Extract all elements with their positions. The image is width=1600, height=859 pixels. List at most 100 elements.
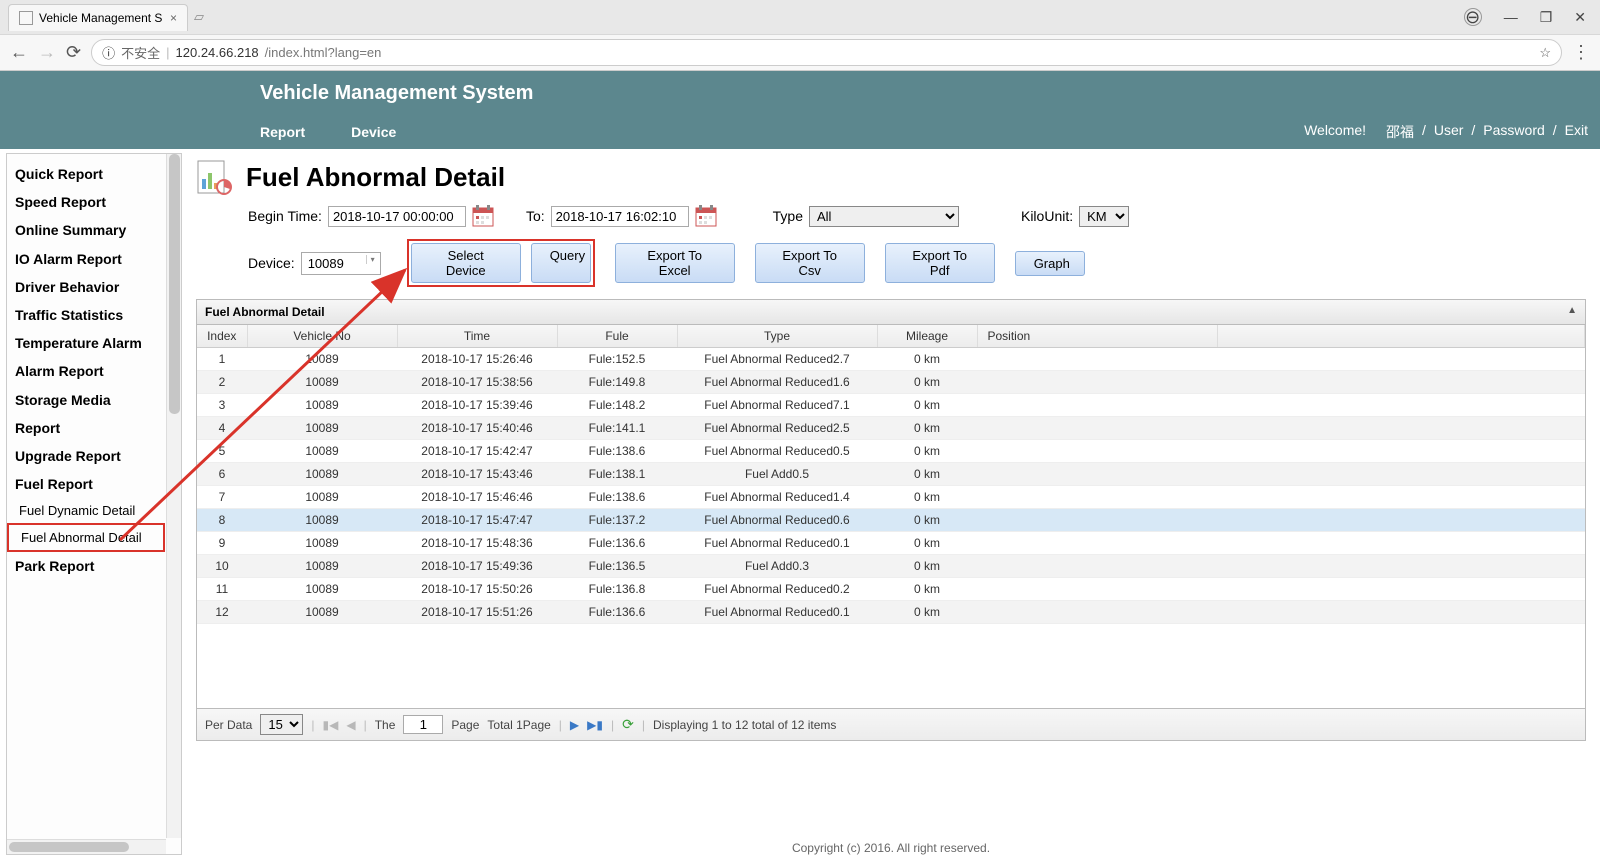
table-row[interactable]: 5100892018-10-17 15:42:47Fule:138.6Fuel … — [197, 440, 1585, 463]
export-csv-button[interactable]: Export To Csv — [755, 243, 865, 283]
cell: Fule:136.6 — [557, 601, 677, 624]
sidebar-sub-fuel-dynamic[interactable]: Fuel Dynamic Detail — [7, 498, 165, 523]
col-time[interactable]: Time — [397, 325, 557, 348]
end-time-input[interactable] — [551, 206, 689, 227]
sidebar-item-upgrade-report[interactable]: Upgrade Report — [7, 442, 165, 470]
table-row[interactable]: 12100892018-10-17 15:51:26Fule:136.6Fuel… — [197, 601, 1585, 624]
back-icon[interactable]: ← — [10, 42, 28, 63]
device-select[interactable]: 10089 — [301, 252, 381, 275]
cell: 11 — [197, 578, 247, 601]
panel-title: Fuel Abnormal Detail — [205, 305, 325, 319]
cell — [1217, 371, 1585, 394]
minimize-icon[interactable]: — — [1504, 9, 1518, 25]
sidebar-sub-fuel-abnormal[interactable]: Fuel Abnormal Detail — [7, 523, 165, 552]
table-row[interactable]: 9100892018-10-17 15:48:36Fule:136.6Fuel … — [197, 532, 1585, 555]
sidebar-hscrollbar[interactable] — [7, 839, 166, 854]
cell — [1217, 463, 1585, 486]
cell — [977, 486, 1217, 509]
col-vehicle[interactable]: Vehicle No — [247, 325, 397, 348]
kilounit-label: KiloUnit: — [1021, 208, 1073, 224]
first-page-icon[interactable]: ▮◀ — [322, 718, 338, 732]
sidebar-item-park-report[interactable]: Park Report — [7, 552, 165, 580]
browser-tab[interactable]: Vehicle Management S × — [8, 4, 188, 31]
type-select[interactable]: All — [809, 206, 959, 227]
cell: 10089 — [247, 371, 397, 394]
pager-summary: Displaying 1 to 12 total of 12 items — [653, 718, 836, 732]
collapse-icon[interactable]: ▲ — [1567, 305, 1577, 319]
prev-page-icon[interactable]: ◀ — [346, 718, 355, 732]
url-path: /index.html?lang=en — [265, 45, 382, 60]
begin-time-input[interactable] — [328, 206, 466, 227]
export-excel-button[interactable]: Export To Excel — [615, 243, 735, 283]
tab-close-icon[interactable]: × — [170, 11, 177, 25]
kilounit-select[interactable]: KM — [1079, 206, 1129, 227]
to-label: To: — [526, 208, 545, 224]
nav-report[interactable]: Report — [260, 124, 305, 140]
sidebar-item-quick-report[interactable]: Quick Report — [7, 160, 165, 188]
last-page-icon[interactable]: ▶▮ — [587, 718, 603, 732]
col-mileage[interactable]: Mileage — [877, 325, 977, 348]
calendar-icon[interactable] — [695, 205, 717, 227]
cell: 0 km — [877, 509, 977, 532]
table-row[interactable]: 8100892018-10-17 15:47:47Fule:137.2Fuel … — [197, 509, 1585, 532]
sidebar-item-fuel-report[interactable]: Fuel Report — [7, 470, 165, 498]
cell: Fule:138.6 — [557, 486, 677, 509]
sidebar-item-report[interactable]: Report — [7, 414, 165, 442]
cell: 0 km — [877, 463, 977, 486]
table-row[interactable]: 1100892018-10-17 15:26:46Fule:152.5Fuel … — [197, 348, 1585, 371]
user-name: 邵福 — [1386, 122, 1414, 142]
cell: Fuel Abnormal Reduced1.4 — [677, 486, 877, 509]
link-password[interactable]: Password — [1483, 122, 1544, 142]
cell: Fule:137.2 — [557, 509, 677, 532]
sidebar-item-io-alarm-report[interactable]: IO Alarm Report — [7, 245, 165, 273]
close-window-icon[interactable]: ✕ — [1574, 9, 1586, 26]
browser-menu-icon[interactable]: ⋮ — [1572, 42, 1590, 63]
col-index[interactable]: Index — [197, 325, 247, 348]
graph-button[interactable]: Graph — [1015, 251, 1085, 276]
sidebar-item-speed-report[interactable]: Speed Report — [7, 188, 165, 216]
bookmark-icon[interactable]: ☆ — [1539, 45, 1551, 61]
total-pages: Total 1Page — [487, 718, 550, 732]
sidebar-item-driver-behavior[interactable]: Driver Behavior — [7, 273, 165, 301]
sidebar-vscrollbar[interactable] — [166, 154, 181, 838]
table-row[interactable]: 11100892018-10-17 15:50:26Fule:136.8Fuel… — [197, 578, 1585, 601]
sidebar-item-online-summary[interactable]: Online Summary — [7, 216, 165, 244]
col-type[interactable]: Type — [677, 325, 877, 348]
next-page-icon[interactable]: ▶ — [570, 718, 579, 732]
reload-icon[interactable]: ⟳ — [66, 42, 81, 63]
sidebar-item-storage-media[interactable]: Storage Media — [7, 386, 165, 414]
query-button[interactable]: Query — [531, 243, 591, 283]
forward-icon[interactable]: → — [38, 42, 56, 63]
export-pdf-button[interactable]: Export To Pdf — [885, 243, 995, 283]
table-row[interactable]: 7100892018-10-17 15:46:46Fule:138.6Fuel … — [197, 486, 1585, 509]
per-page-select[interactable]: 15 — [260, 714, 303, 735]
page-input[interactable] — [403, 715, 443, 734]
table-row[interactable]: 3100892018-10-17 15:39:46Fule:148.2Fuel … — [197, 394, 1585, 417]
select-device-button[interactable]: Select Device — [411, 243, 521, 283]
cell: 5 — [197, 440, 247, 463]
cell: 10089 — [247, 348, 397, 371]
profile-icon[interactable]: ⊖ — [1464, 8, 1482, 26]
cell: 0 km — [877, 486, 977, 509]
sidebar-item-alarm-report[interactable]: Alarm Report — [7, 357, 165, 385]
cell — [1217, 578, 1585, 601]
maximize-icon[interactable]: ❐ — [1540, 9, 1553, 26]
table-row[interactable]: 2100892018-10-17 15:38:56Fule:149.8Fuel … — [197, 371, 1585, 394]
address-bar[interactable]: ⓘ 不安全 | 120.24.66.218/index.html?lang=en… — [91, 39, 1562, 66]
nav-device[interactable]: Device — [351, 124, 396, 140]
cell: 0 km — [877, 555, 977, 578]
cell: 0 km — [877, 601, 977, 624]
refresh-icon[interactable]: ⟳ — [622, 716, 634, 733]
table-row[interactable]: 4100892018-10-17 15:40:46Fule:141.1Fuel … — [197, 417, 1585, 440]
col-fule[interactable]: Fule — [557, 325, 677, 348]
calendar-icon[interactable] — [472, 205, 494, 227]
sidebar-item-traffic-statistics[interactable]: Traffic Statistics — [7, 301, 165, 329]
col-position[interactable]: Position — [977, 325, 1217, 348]
table-row[interactable]: 6100892018-10-17 15:43:46Fule:138.1Fuel … — [197, 463, 1585, 486]
link-exit[interactable]: Exit — [1565, 122, 1588, 142]
cell: 7 — [197, 486, 247, 509]
sidebar-item-temperature-alarm[interactable]: Temperature Alarm — [7, 329, 165, 357]
table-row[interactable]: 10100892018-10-17 15:49:36Fule:136.5Fuel… — [197, 555, 1585, 578]
new-tab-icon[interactable]: ▱ — [194, 9, 204, 25]
link-user[interactable]: User — [1434, 122, 1464, 142]
